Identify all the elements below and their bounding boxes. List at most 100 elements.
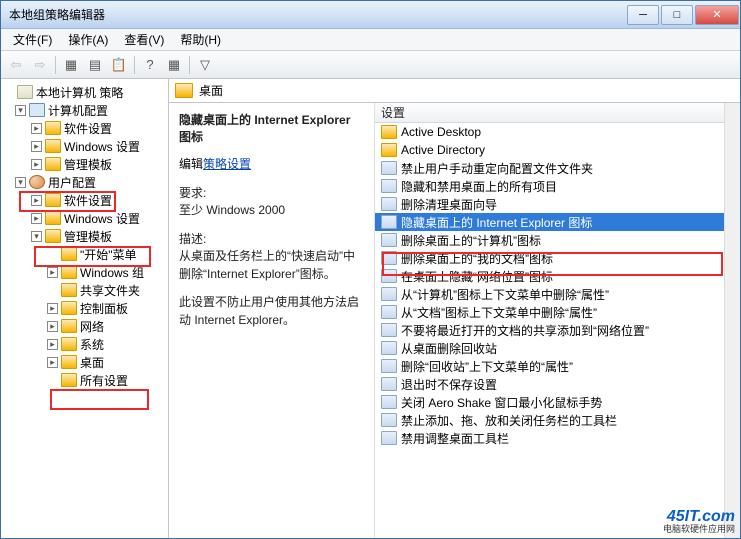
- tree-all-settings[interactable]: 所有设置: [3, 371, 166, 389]
- list-item-label: 禁止用户手动重定向配置文件文件夹: [401, 160, 593, 177]
- list-item[interactable]: 删除桌面上的“计算机”图标: [375, 231, 740, 249]
- menu-view[interactable]: 查看(V): [116, 29, 172, 50]
- tree-user-config[interactable]: ▾用户配置: [3, 173, 166, 191]
- menu-help[interactable]: 帮助(H): [172, 29, 229, 50]
- titlebar[interactable]: 本地组策略编辑器 ─ □ ✕: [1, 1, 740, 29]
- requirement-label: 要求:: [179, 184, 364, 201]
- collapse-icon[interactable]: ▾: [31, 231, 42, 242]
- expand-icon[interactable]: ▸: [47, 321, 58, 332]
- list-item[interactable]: Active Desktop: [375, 123, 740, 141]
- list-item[interactable]: Active Directory: [375, 141, 740, 159]
- expand-icon[interactable]: ▸: [47, 357, 58, 368]
- filter-icon[interactable]: ▽: [194, 54, 216, 76]
- window-title: 本地组策略编辑器: [9, 6, 626, 23]
- separator: [189, 56, 190, 74]
- list-column-header[interactable]: 设置: [375, 103, 740, 123]
- expand-icon[interactable]: ▸: [31, 123, 42, 134]
- list-item-label: 在桌面上隐藏“网络位置”图标: [401, 268, 553, 285]
- expand-icon[interactable]: ▸: [47, 267, 58, 278]
- list-item-label: Active Directory: [401, 143, 485, 157]
- setting-icon: [381, 323, 397, 337]
- list-item[interactable]: 禁止用户手动重定向配置文件文件夹: [375, 159, 740, 177]
- tree-windows-comp[interactable]: ▸Windows 组: [3, 263, 166, 281]
- tree-pane: 本地计算机 策略 ▾计算机配置 ▸软件设置 ▸Windows 设置 ▸管理模板 …: [1, 79, 169, 538]
- edit-label: 编辑: [179, 157, 203, 171]
- expand-icon[interactable]: ▸: [31, 213, 42, 224]
- tree-computer-config[interactable]: ▾计算机配置: [3, 101, 166, 119]
- list-item[interactable]: 隐藏桌面上的 Internet Explorer 图标: [375, 213, 740, 231]
- setting-icon: [381, 413, 397, 427]
- description-label: 描述:: [179, 230, 364, 247]
- list-item[interactable]: 删除清理桌面向导: [375, 195, 740, 213]
- folder-icon: [45, 121, 61, 135]
- back-icon: ⇦: [5, 54, 27, 76]
- tree-control-panel[interactable]: ▸控制面板: [3, 299, 166, 317]
- scrollbar[interactable]: [724, 103, 740, 538]
- tree-shared[interactable]: 共享文件夹: [3, 281, 166, 299]
- collapse-icon[interactable]: ▾: [15, 177, 26, 188]
- list-item[interactable]: 从“计算机”图标上下文菜单中删除“属性”: [375, 285, 740, 303]
- maximize-button[interactable]: □: [661, 5, 693, 25]
- list-item-label: 从“文档”图标上下文菜单中删除“属性”: [401, 304, 597, 321]
- list-item[interactable]: 不要将最近打开的文档的共享添加到“网络位置”: [375, 321, 740, 339]
- list-item[interactable]: 禁止添加、拖、放和关闭任务栏的工具栏: [375, 411, 740, 429]
- list-item-label: 删除桌面上的“计算机”图标: [401, 232, 541, 249]
- expand-icon[interactable]: ▸: [31, 159, 42, 170]
- menu-action[interactable]: 操作(A): [60, 29, 116, 50]
- setting-icon: [381, 269, 397, 283]
- toolbar-icon-1[interactable]: ▦: [60, 54, 82, 76]
- list-item[interactable]: 从“文档”图标上下文菜单中删除“属性”: [375, 303, 740, 321]
- tree-comp-software[interactable]: ▸软件设置: [3, 119, 166, 137]
- separator: [134, 56, 135, 74]
- list-item[interactable]: 删除桌面上的“我的文档”图标: [375, 249, 740, 267]
- separator: [55, 56, 56, 74]
- list-item[interactable]: 从桌面删除回收站: [375, 339, 740, 357]
- list-item-label: 隐藏和禁用桌面上的所有项目: [401, 178, 557, 195]
- menu-file[interactable]: 文件(F): [5, 29, 60, 50]
- tree-user-admin[interactable]: ▾管理模板: [3, 227, 166, 245]
- minimize-button[interactable]: ─: [627, 5, 659, 25]
- policy-link[interactable]: 策略设置: [203, 157, 251, 171]
- setting-heading: 隐藏桌面上的 Internet Explorer 图标: [179, 111, 364, 145]
- list-item[interactable]: 删除“回收站”上下文菜单的“属性”: [375, 357, 740, 375]
- tree-network[interactable]: ▸网络: [3, 317, 166, 335]
- folder-icon: [45, 193, 61, 207]
- expand-icon[interactable]: ▸: [31, 195, 42, 206]
- toolbar-icon-4[interactable]: ▦: [163, 54, 185, 76]
- tree-desktop[interactable]: ▸桌面: [3, 353, 166, 371]
- tree-comp-windows[interactable]: ▸Windows 设置: [3, 137, 166, 155]
- collapse-icon[interactable]: ▾: [15, 105, 26, 116]
- tree-root[interactable]: 本地计算机 策略: [3, 83, 166, 101]
- list-item[interactable]: 隐藏和禁用桌面上的所有项目: [375, 177, 740, 195]
- list-pane: 设置 Active Desktop Active Directory 禁止用户手动重…: [375, 103, 740, 538]
- expand-icon[interactable]: ▸: [47, 339, 58, 350]
- user-icon: [29, 175, 45, 189]
- folder-icon: [45, 157, 61, 171]
- setting-icon: [381, 179, 397, 193]
- tree-comp-admin[interactable]: ▸管理模板: [3, 155, 166, 173]
- help-icon[interactable]: ?: [139, 54, 161, 76]
- list-item-label: 删除桌面上的“我的文档”图标: [401, 250, 553, 267]
- tree-user-software[interactable]: ▸软件设置: [3, 191, 166, 209]
- policy-icon: [17, 85, 33, 99]
- list-item[interactable]: 退出时不保存设置: [375, 375, 740, 393]
- setting-icon: [381, 377, 397, 391]
- toolbar-icon-2[interactable]: ▤: [84, 54, 106, 76]
- close-button[interactable]: ✕: [695, 5, 739, 25]
- list-item[interactable]: 在桌面上隐藏“网络位置”图标: [375, 267, 740, 285]
- tree-system[interactable]: ▸系统: [3, 335, 166, 353]
- expand-icon[interactable]: ▸: [31, 141, 42, 152]
- tree-start-menu[interactable]: "开始"菜单: [3, 245, 166, 263]
- toolbar-icon-3[interactable]: 📋: [108, 54, 130, 76]
- list-item-label: 从“计算机”图标上下文菜单中删除“属性”: [401, 286, 609, 303]
- menubar: 文件(F) 操作(A) 查看(V) 帮助(H): [1, 29, 740, 51]
- content-header: 桌面: [169, 79, 740, 103]
- setting-icon: [381, 161, 397, 175]
- expand-icon[interactable]: ▸: [47, 303, 58, 314]
- list-item[interactable]: 禁用调整桌面工具栏: [375, 429, 740, 447]
- setting-icon: [381, 215, 397, 229]
- folder-icon: [61, 319, 77, 333]
- list-item[interactable]: 关闭 Aero Shake 窗口最小化鼠标手势: [375, 393, 740, 411]
- list-item-label: 删除清理桌面向导: [401, 196, 497, 213]
- tree-user-windows[interactable]: ▸Windows 设置: [3, 209, 166, 227]
